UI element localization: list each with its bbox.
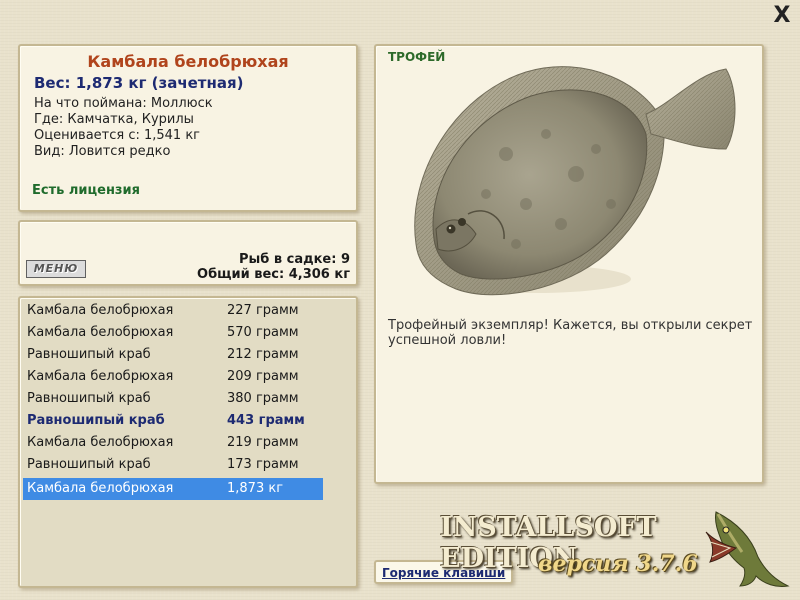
- list-item[interactable]: Камбала белобрюхая 570 грамм: [23, 322, 323, 344]
- close-button[interactable]: X: [771, 5, 793, 27]
- list-item-selected[interactable]: Камбала белобрюхая 1,873 кг: [23, 478, 323, 500]
- catch-name: Равношипый краб: [27, 391, 151, 406]
- list-item[interactable]: Камбала белобрюхая 227 грамм: [23, 300, 323, 322]
- fish-name: Камбала белобрюхая: [87, 52, 289, 71]
- catch-weight: 380 грамм: [227, 391, 299, 406]
- catch-name: Равношипый краб: [27, 457, 151, 472]
- catch-name: Камбала белобрюхая: [27, 325, 174, 340]
- catch-list: Камбала белобрюхая 227 грамм Камбала бел…: [18, 296, 358, 588]
- pike-fish-icon: [705, 511, 790, 587]
- flounder-fish-icon: [414, 66, 736, 296]
- keepnet-total-weight: Общий вес: 4,306 кг: [197, 267, 350, 282]
- catch-name: Камбала белобрюхая: [27, 435, 174, 450]
- list-item[interactable]: Равношипый краб 380 грамм: [23, 388, 323, 410]
- catch-weight: 1,873 кг: [227, 481, 284, 496]
- catch-name: Камбала белобрюхая: [27, 303, 174, 318]
- catch-weight: 227 грамм: [227, 303, 299, 318]
- catch-name: Равношипый краб: [27, 347, 151, 362]
- valued-from-info: Оценивается с: 1,541 кг: [34, 128, 201, 143]
- catch-weight: 209 грамм: [227, 369, 299, 384]
- list-item[interactable]: Камбала белобрюхая 209 грамм: [23, 366, 323, 388]
- bait-info: На что поймана: Моллюск: [34, 96, 213, 111]
- trophy-description: Трофейный экземпляр! Кажется, вы открыли…: [388, 318, 753, 348]
- catch-weight: 173 грамм: [227, 457, 299, 472]
- keepnet-count: Рыб в садке: 9: [238, 252, 350, 267]
- catch-name: Равношипый краб: [27, 413, 165, 428]
- menu-button[interactable]: МЕНЮ: [26, 260, 86, 278]
- list-item[interactable]: Камбала белобрюхая 219 грамм: [23, 432, 323, 454]
- list-item[interactable]: Равношипый краб 212 грамм: [23, 344, 323, 366]
- version-label: версия 3.7.6: [538, 551, 698, 577]
- catch-weight: 570 грамм: [227, 325, 299, 340]
- fish-info-panel: Камбала белобрюхая Вес: 1,873 кг (зачетн…: [18, 44, 358, 212]
- kind-info: Вид: Ловится редко: [34, 144, 171, 159]
- catch-weight: 212 грамм: [227, 347, 299, 362]
- location-info: Где: Камчатка, Курилы: [34, 112, 194, 127]
- catch-weight: 443 грамм: [227, 413, 305, 428]
- keepnet-panel: МЕНЮ Рыб в садке: 9 Общий вес: 4,306 кг: [18, 220, 358, 286]
- catch-weight: 219 грамм: [227, 435, 299, 450]
- list-item[interactable]: Равношипый краб 173 грамм: [23, 454, 323, 476]
- trophy-panel: ТРОФЕЙ Трофейный экземпляр! Кажется, вы …: [374, 44, 764, 484]
- catch-name: Камбала белобрюхая: [27, 481, 174, 496]
- catch-name: Камбала белобрюхая: [27, 369, 174, 384]
- list-item[interactable]: Равношипый краб 443 грамм: [23, 410, 323, 432]
- license-status: Есть лицензия: [32, 183, 140, 198]
- fish-weight: Вес: 1,873 кг (зачетная): [34, 74, 244, 92]
